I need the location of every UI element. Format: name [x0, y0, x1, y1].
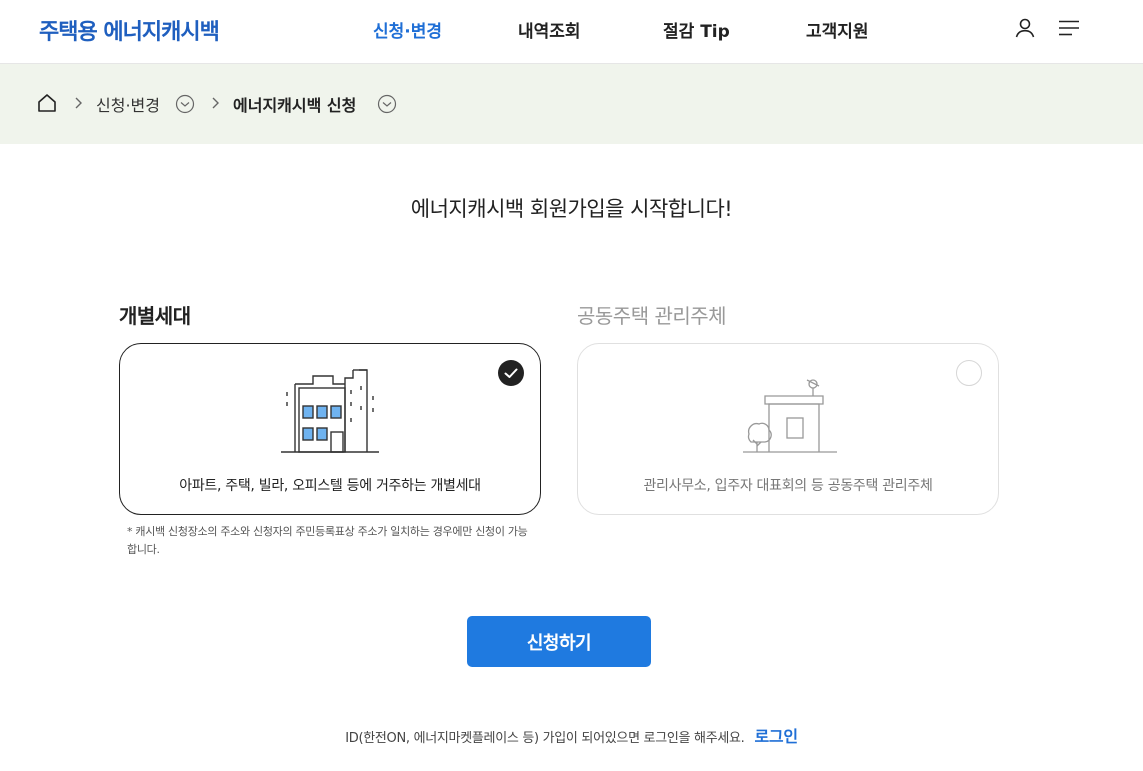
chevron-right-icon: [72, 94, 86, 112]
breadcrumb: 신청·변경 에너지캐시백 신청: [0, 64, 1143, 144]
login-prompt: ID(한전ON, 에너지마켓플레이스 등) 가입이 되어있으면 로그인을 해주세…: [0, 723, 1143, 747]
nav-saving-tip[interactable]: 절감 Tip: [663, 17, 730, 42]
option-description-individual: 아파트, 주택, 빌라, 오피스텔 등에 거주하는 개별세대: [179, 478, 481, 494]
login-prompt-text: ID(한전ON, 에너지마켓플레이스 등) 가입이 되어있으면 로그인을 해주세…: [345, 731, 745, 746]
chevron-right-icon: [209, 94, 223, 112]
checkmark-icon: [498, 360, 524, 386]
option-card-management[interactable]: 관리사무소, 입주자 대표회의 등 공동주택 관리주체: [577, 343, 999, 515]
chevron-down-icon[interactable]: [175, 94, 195, 114]
breadcrumb-item-apply-change[interactable]: 신청·변경: [96, 92, 160, 116]
menu-icon[interactable]: [1057, 16, 1081, 40]
login-link[interactable]: 로그인: [755, 727, 799, 746]
site-logo[interactable]: 주택용 에너지캐시백: [39, 14, 220, 46]
home-icon[interactable]: [36, 92, 58, 114]
chevron-down-icon[interactable]: [377, 94, 397, 114]
site-header: 주택용 에너지캐시백 신청·변경 내역조회 절감 Tip 고객지원: [0, 0, 1143, 64]
radio-circle-icon: [956, 360, 982, 386]
user-icon[interactable]: [1013, 16, 1037, 40]
option-heading-management: 공동주택 관리주체: [577, 304, 727, 328]
nav-history[interactable]: 내역조회: [518, 17, 581, 42]
nav-support[interactable]: 고객지원: [806, 17, 869, 42]
nav-apply-change[interactable]: 신청·변경: [373, 17, 442, 42]
apply-button[interactable]: 신청하기: [467, 616, 651, 667]
option-heading-individual: 개별세대: [119, 304, 191, 328]
option-description-management: 관리사무소, 입주자 대표회의 등 공동주택 관리주체: [643, 478, 933, 494]
apartment-building-icon: [275, 366, 385, 456]
page-title: 에너지캐시백 회원가입을 시작합니다!: [410, 197, 733, 221]
management-office-icon: [733, 366, 843, 456]
breadcrumb-item-current: 에너지캐시백 신청: [233, 96, 357, 115]
eligibility-note: * 캐시백 신청장소의 주소와 신청자의 주민등록표상 주소가 일치하는 경우에…: [127, 525, 528, 556]
option-card-individual[interactable]: 아파트, 주택, 빌라, 오피스텔 등에 거주하는 개별세대: [119, 343, 541, 515]
